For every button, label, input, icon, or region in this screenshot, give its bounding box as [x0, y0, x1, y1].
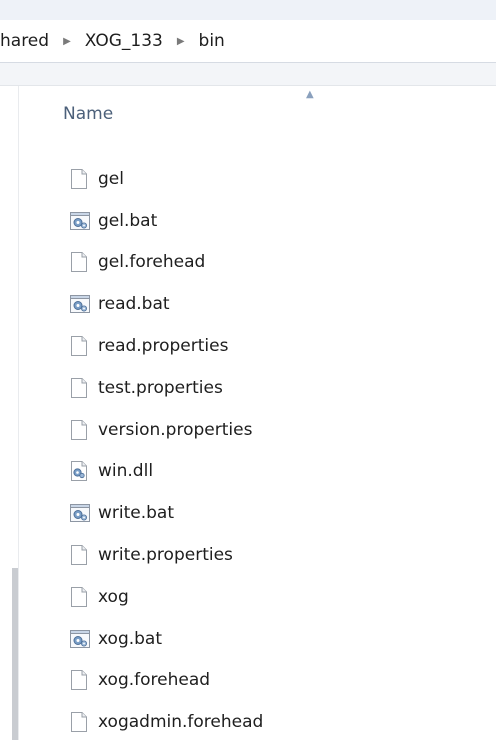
file-name: xog: [98, 586, 129, 607]
window-top-strip: [0, 0, 496, 21]
document-icon: [69, 251, 89, 273]
batch-file-gear-icon: [69, 210, 90, 232]
document-icon: [69, 586, 89, 608]
address-bar[interactable]: hared ▶ XOG_133 ▶ bin: [0, 20, 496, 63]
file-name: write.properties: [98, 545, 233, 566]
document-icon: [69, 711, 89, 733]
file-explorer-window: hared ▶ XOG_133 ▶ bin ▲ Name gel gel.bat g…: [0, 0, 496, 740]
document-icon: [69, 335, 89, 357]
document-icon: [69, 168, 89, 190]
file-list-item[interactable]: xog.forehead: [19, 660, 496, 702]
batch-file-gear-icon: [69, 293, 90, 315]
batch-file-gear-icon: [69, 502, 90, 524]
file-name: win.dll: [98, 461, 154, 482]
file-name: read.bat: [98, 294, 170, 315]
file-list: gel gel.bat gel.forehead read.bat read.prope…: [19, 158, 496, 740]
dll-gear-icon: [69, 460, 89, 482]
file-name: write.bat: [98, 503, 175, 524]
navigation-pane-scrollbar[interactable]: [12, 568, 18, 740]
document-icon: [69, 377, 89, 399]
breadcrumb-item-shared[interactable]: hared: [0, 31, 51, 51]
file-name: read.properties: [98, 336, 229, 357]
file-list-item[interactable]: write.bat: [19, 492, 496, 534]
file-list-item[interactable]: gel.bat: [19, 200, 496, 242]
toolbar-band: [0, 63, 496, 86]
file-name: version.properties: [98, 419, 253, 440]
file-list-item[interactable]: write.properties: [19, 534, 496, 576]
file-name: xogadmin.forehead: [98, 712, 264, 733]
file-list-item[interactable]: gel.forehead: [19, 242, 496, 284]
file-list-item[interactable]: read.bat: [19, 283, 496, 325]
file-list-item[interactable]: read.properties: [19, 325, 496, 367]
file-list-item[interactable]: xogadmin.forehead: [19, 701, 496, 740]
document-icon: [69, 419, 89, 441]
breadcrumb-item-bin[interactable]: bin: [197, 31, 227, 51]
file-name: gel: [98, 168, 124, 189]
file-list-item[interactable]: win.dll: [19, 451, 496, 493]
file-name: xog.forehead: [98, 670, 211, 691]
file-name: test.properties: [98, 377, 223, 398]
batch-file-gear-icon: [69, 628, 90, 650]
document-icon: [69, 544, 89, 566]
document-icon: [69, 669, 89, 691]
file-list-item[interactable]: xog: [19, 576, 496, 618]
sort-ascending-icon: ▲: [306, 89, 314, 100]
file-list-item[interactable]: gel: [19, 158, 496, 200]
file-list-pane: ▲ Name gel gel.bat gel.forehead read.bat rea…: [19, 86, 496, 740]
breadcrumb-separator-icon[interactable]: ▶: [63, 36, 71, 47]
breadcrumb-item-xog-133[interactable]: XOG_133: [83, 31, 165, 51]
file-name: gel.bat: [98, 210, 158, 231]
file-list-item[interactable]: test.properties: [19, 367, 496, 409]
file-name: xog.bat: [98, 628, 163, 649]
breadcrumb-separator-icon[interactable]: ▶: [177, 36, 185, 47]
file-list-item[interactable]: xog.bat: [19, 618, 496, 660]
file-name: gel.forehead: [98, 252, 206, 273]
column-header-name[interactable]: Name: [63, 104, 113, 124]
file-list-item[interactable]: version.properties: [19, 409, 496, 451]
